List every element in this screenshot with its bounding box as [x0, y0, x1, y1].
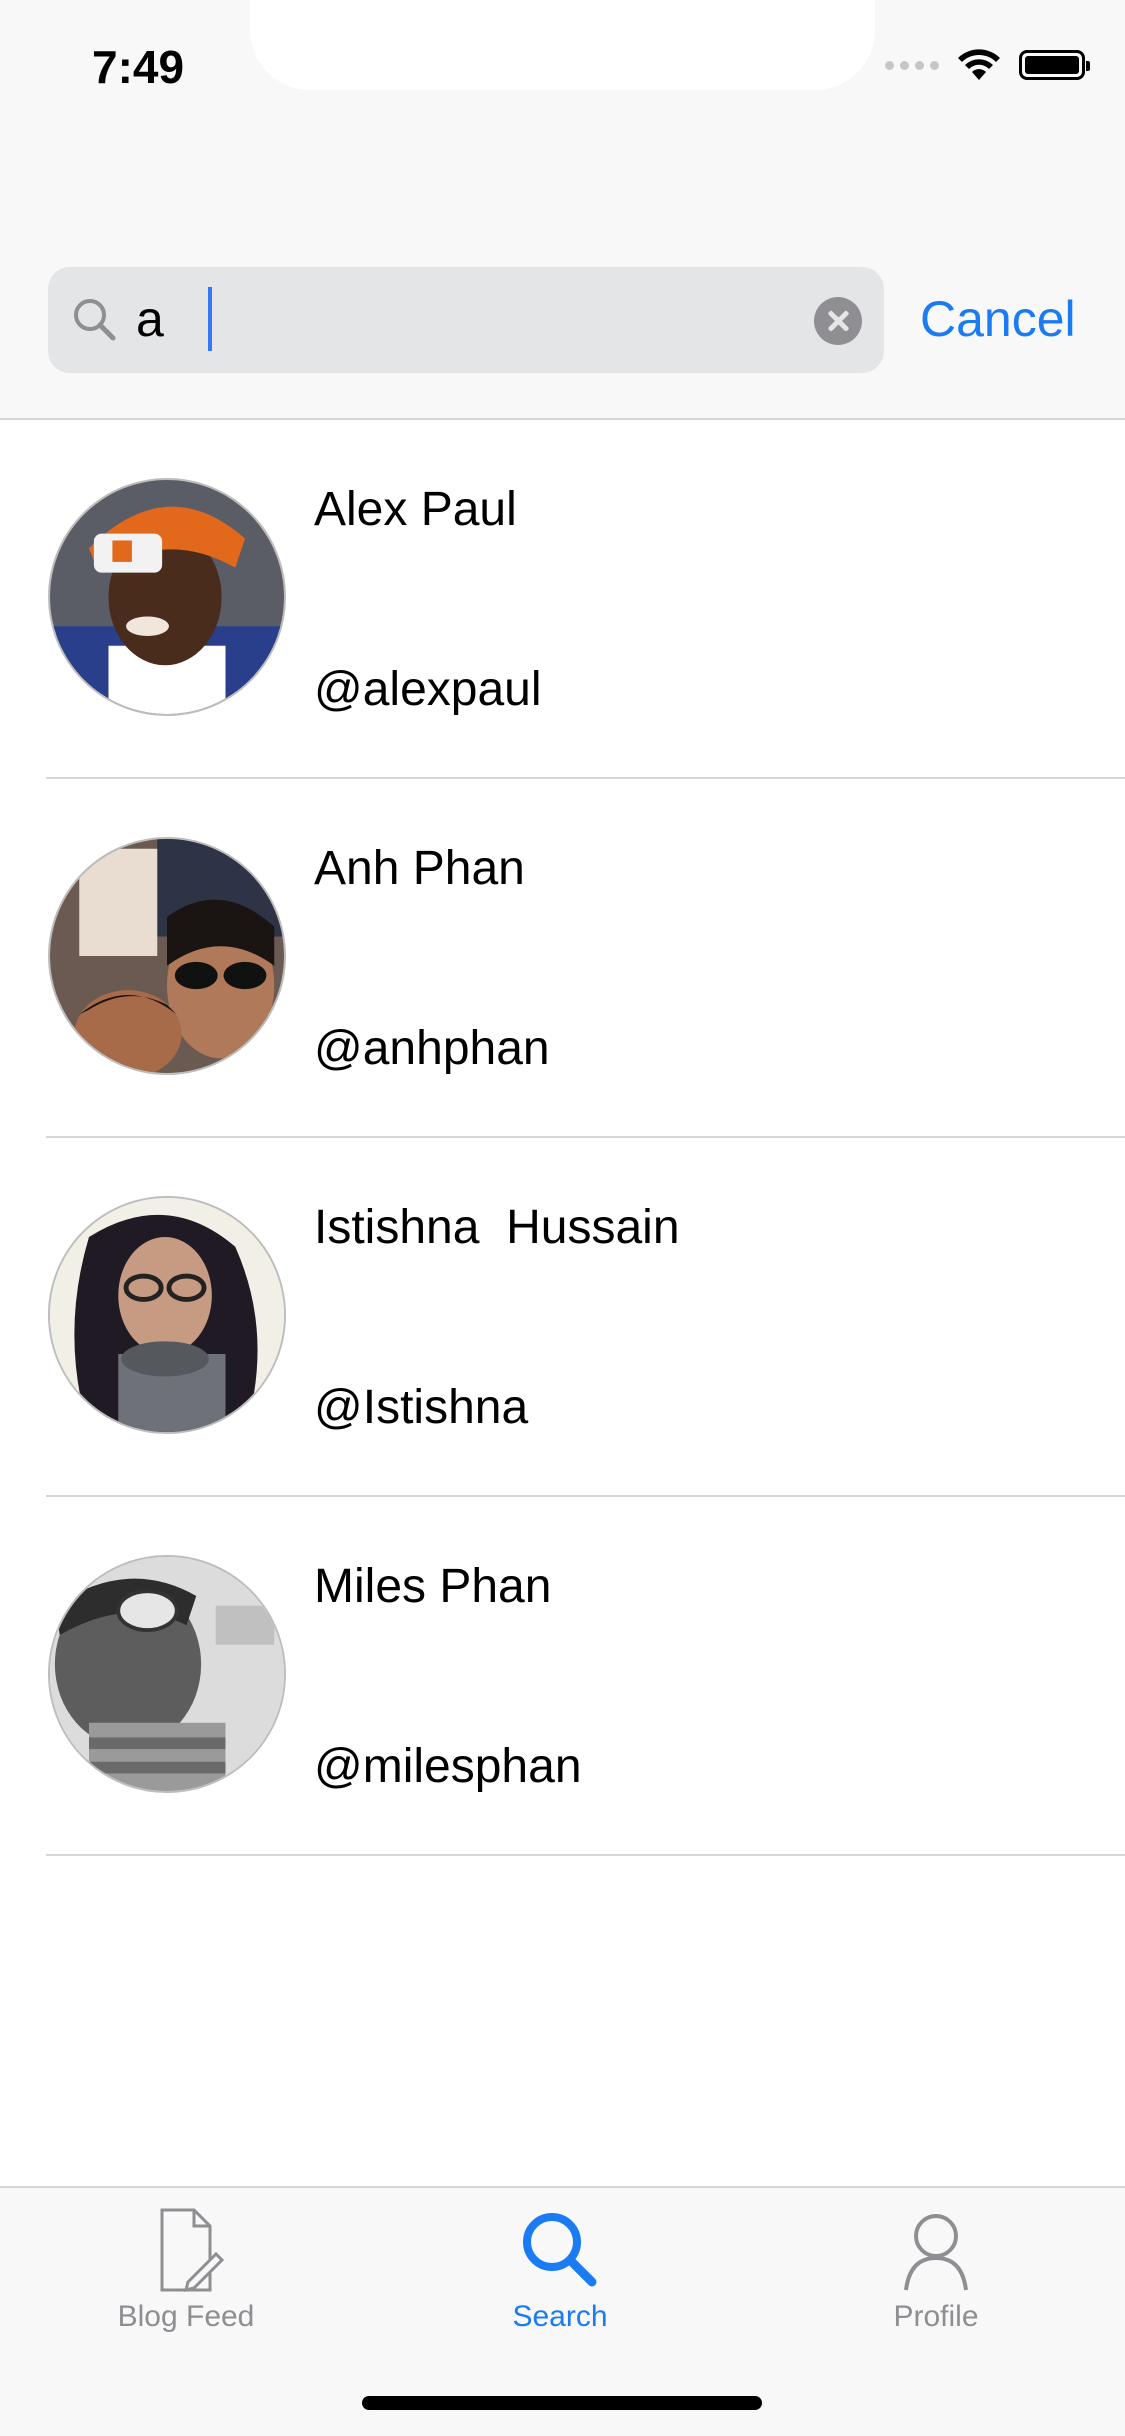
cellular-signal-icon	[885, 60, 939, 70]
cancel-button[interactable]: Cancel	[920, 287, 1076, 351]
battery-icon	[1019, 50, 1090, 80]
document-edit-icon	[160, 2208, 225, 2293]
search-screen: 7:49 a Cancel Alex Paul @alexpaul Anh Ph…	[0, 0, 1125, 2436]
tab-label: Profile	[893, 2300, 979, 2333]
search-icon	[523, 2213, 597, 2287]
search-header: a Cancel	[0, 132, 1125, 420]
user-handle: @Istishna	[314, 1381, 529, 1434]
tab-label: Blog Feed	[117, 2300, 255, 2333]
status-icons	[885, 48, 1090, 82]
clear-search-button[interactable]	[814, 297, 862, 345]
person-icon	[904, 2214, 968, 2291]
text-cursor	[208, 287, 212, 351]
user-name: Miles Phan	[314, 1560, 552, 1613]
user-handle: @milesphan	[314, 1740, 582, 1793]
avatar	[48, 837, 286, 1075]
avatar	[48, 1555, 286, 1793]
user-row-anh-phan[interactable]: Anh Phan @anhphan	[46, 779, 1125, 1138]
user-row-miles-phan[interactable]: Miles Phan @milesphan	[46, 1497, 1125, 1856]
avatar	[48, 478, 286, 716]
search-query-text[interactable]: a	[136, 289, 164, 349]
user-results-list: Alex Paul @alexpaul Anh Phan @anhphan Is…	[0, 420, 1125, 1856]
status-time: 7:49	[92, 41, 185, 93]
device-notch	[250, 0, 875, 90]
tab-blog-feed[interactable]: Blog Feed	[56, 2202, 316, 2334]
search-icon	[74, 299, 116, 341]
tab-profile[interactable]: Profile	[806, 2202, 1066, 2334]
user-handle: @alexpaul	[314, 663, 542, 716]
home-indicator[interactable]	[362, 2396, 762, 2410]
user-name: Istishna Hussain	[314, 1201, 680, 1254]
wifi-icon	[958, 49, 1000, 80]
user-row-alex-paul[interactable]: Alex Paul @alexpaul	[46, 420, 1125, 779]
user-handle: @anhphan	[314, 1022, 550, 1075]
search-input[interactable]: a	[48, 267, 884, 373]
user-name: Alex Paul	[314, 483, 517, 536]
user-name: Anh Phan	[314, 842, 525, 895]
status-bar: 7:49	[0, 0, 1125, 132]
tab-search[interactable]: Search	[430, 2202, 690, 2334]
avatar	[48, 1196, 286, 1434]
user-row-istishna-hussain[interactable]: Istishna Hussain @Istishna	[46, 1138, 1125, 1497]
tab-label: Search	[512, 2300, 608, 2333]
